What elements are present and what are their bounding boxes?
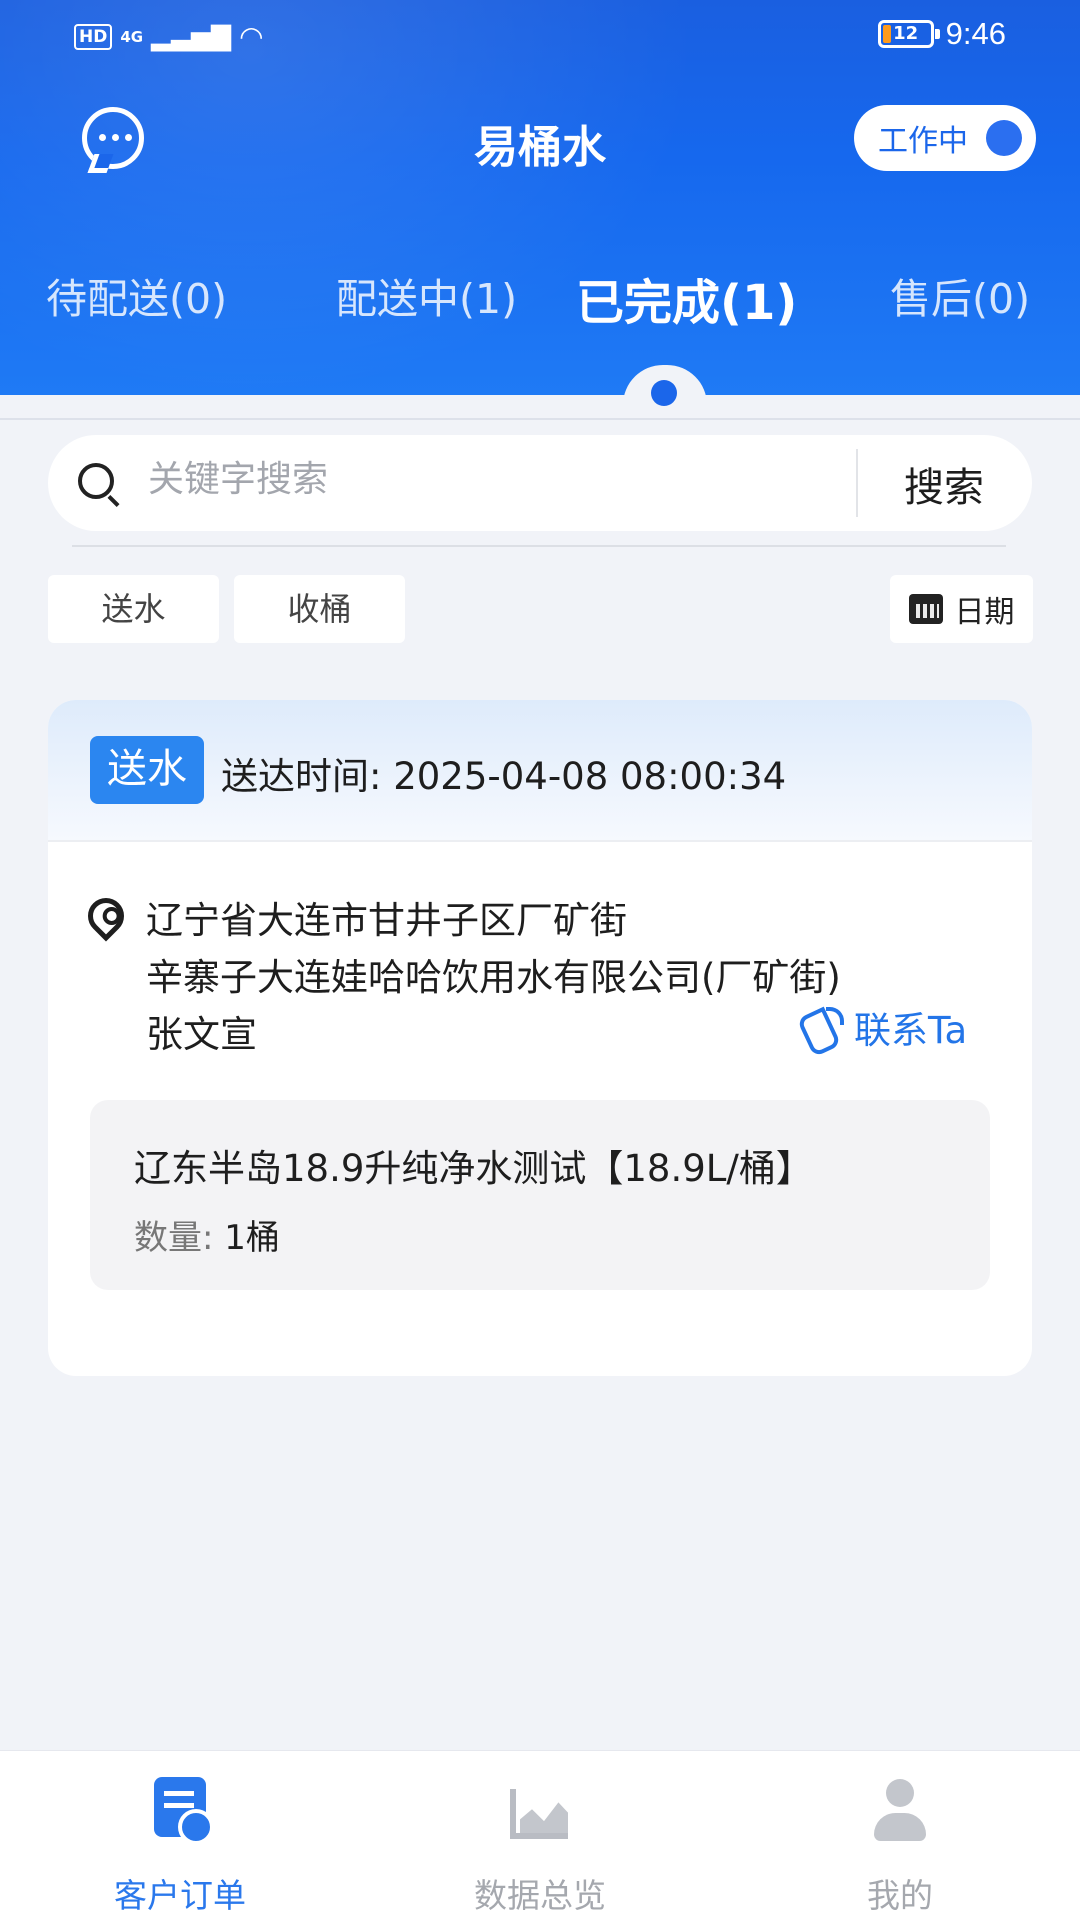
battery-icon: 12 (877, 20, 940, 48)
search-input[interactable] (148, 459, 848, 500)
phone-icon (802, 1005, 844, 1049)
search-divider (856, 449, 858, 517)
search-icon (78, 463, 114, 499)
product-box: 辽东半岛18.9升纯净水测试【18.9L/桶】 数量: 1桶 (90, 1100, 990, 1290)
tab-pending[interactable]: 待配送(0) (46, 265, 227, 325)
filter-delivery-chip[interactable]: 送水 (48, 575, 219, 643)
order-card[interactable]: 送水 送达时间: 2025-04-08 08:00:34 辽宁省大连市甘井子区厂… (48, 700, 1032, 1376)
location-pin-icon (80, 890, 132, 942)
status-time: 9:46 (945, 16, 1006, 51)
work-status-toggle[interactable]: 工作中 (854, 105, 1036, 171)
delivered-time: 送达时间: 2025-04-08 08:00:34 (221, 755, 787, 798)
app-header: HD 4G ▂▃▅▇ ◠ 12 9:46 易桶水 工作中 待配送(0) 配送中(… (0, 0, 1080, 395)
nav-customer-orders[interactable]: 客户订单 (0, 1751, 360, 1920)
nav-label: 数据总览 (474, 1876, 606, 1915)
order-icon (154, 1777, 214, 1845)
address-line-2: 辛寨子大连娃哈哈饮用水有限公司(厂矿街) (146, 956, 841, 999)
divider (72, 545, 1006, 547)
active-tab-indicator (651, 380, 677, 406)
date-filter-label: 日期 (954, 595, 1015, 630)
wifi-icon: ◠ (239, 20, 264, 53)
product-name: 辽东半岛18.9升纯净水测试【18.9L/桶】 (134, 1147, 813, 1190)
nav-me[interactable]: 我的 (720, 1751, 1080, 1920)
network-label: 4G (120, 27, 144, 46)
hd-badge: HD (74, 23, 113, 50)
status-right: 12 9:46 (877, 16, 1006, 52)
order-card-header: 送水 送达时间: 2025-04-08 08:00:34 (48, 700, 1032, 842)
search-bar: 搜索 (48, 435, 1032, 531)
search-button[interactable]: 搜索 (904, 455, 984, 513)
divider (0, 418, 1080, 420)
signal-icon: ▂▃▅▇ (151, 21, 232, 52)
contact-button[interactable]: 联系Ta (802, 1000, 967, 1054)
top-bar: 易桶水 工作中 (0, 95, 1080, 185)
quantity-value: 1桶 (224, 1218, 280, 1258)
quantity-label: 数量: (134, 1218, 214, 1258)
battery-level: 12 (893, 23, 919, 44)
address-line-1: 辽宁省大连市甘井子区厂矿街 (146, 899, 627, 942)
contact-label: 联系Ta (854, 1009, 968, 1052)
tab-after-sales[interactable]: 售后(0) (890, 265, 1030, 325)
toggle-knob (986, 120, 1022, 156)
nav-data-overview[interactable]: 数据总览 (360, 1751, 720, 1920)
status-bar: HD 4G ▂▃▅▇ ◠ 12 9:46 (0, 0, 1080, 72)
calendar-icon (908, 594, 943, 624)
filter-collect-chip[interactable]: 收桶 (234, 575, 405, 643)
quantity: 数量: 1桶 (134, 1210, 280, 1259)
user-icon (870, 1779, 930, 1845)
date-filter-button[interactable]: 日期 (890, 575, 1033, 643)
order-tabs: 待配送(0) 配送中(1) 已完成(1) 售后(0) (0, 265, 1080, 335)
tab-completed[interactable]: 已完成(1) (576, 263, 797, 333)
nav-label: 我的 (867, 1876, 933, 1915)
order-type-badge: 送水 (90, 736, 204, 804)
bottom-nav: 客户订单 数据总览 我的 (0, 1750, 1080, 1920)
chart-icon (510, 1789, 568, 1839)
status-left: HD 4G ▂▃▅▇ ◠ (74, 20, 264, 53)
customer-name: 张文宣 (146, 1013, 257, 1056)
work-status-label: 工作中 (878, 124, 968, 159)
nav-label: 客户订单 (114, 1876, 246, 1915)
tab-delivering[interactable]: 配送中(1) (336, 265, 517, 325)
